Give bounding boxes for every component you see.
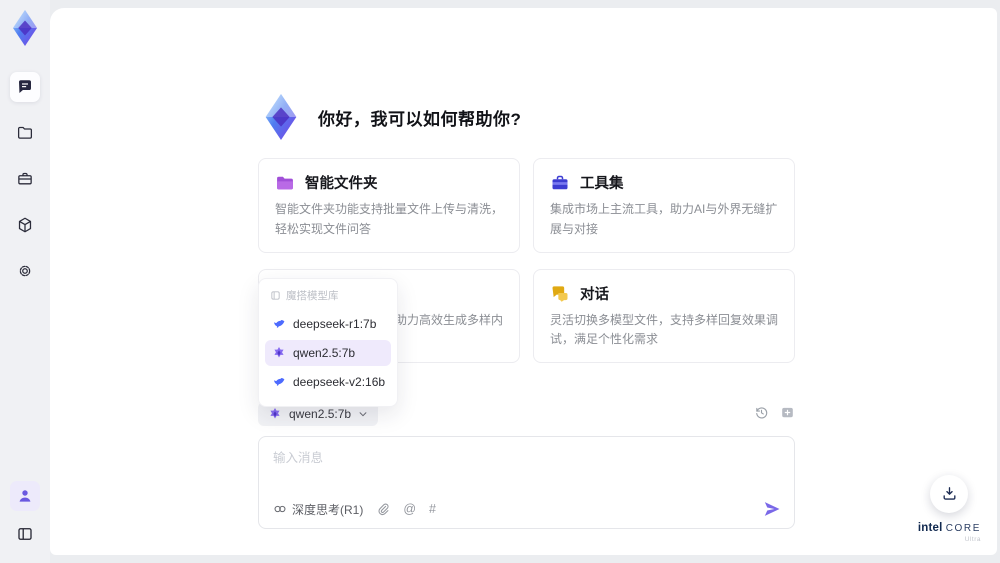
sidebar-item-models[interactable] [10,210,40,240]
qwen-icon [274,347,284,358]
history-icon[interactable] [754,405,769,420]
composer: 深度思考(R1) @ # [258,436,795,529]
new-window-icon[interactable] [780,405,795,420]
card-title: 对话 [580,286,609,303]
greeting: 你好，我可以如何帮助你? [258,92,521,142]
layout-panel-icon [18,528,32,540]
deep-think-toggle[interactable]: 深度思考(R1) [273,501,363,518]
sidebar-item-settings[interactable] [10,256,40,286]
deep-think-icon [274,505,286,513]
deep-think-label: 深度思考(R1) [292,502,364,517]
attach-button[interactable] [376,502,390,516]
session-toolbar [754,405,795,420]
at-icon[interactable]: @ [403,502,416,516]
intel-logo-text: intel [917,521,943,534]
card-smart-folder[interactable]: 智能文件夹 智能文件夹功能支持批量文件上传与清洗，轻松实现文件问答 [258,158,520,253]
model-dropdown-header: 魔搭模型库 [265,287,391,308]
send-icon [764,502,780,516]
chat-bubble-icon [19,80,31,93]
download-icon [943,487,956,500]
model-option-label: deepseek-r1:7b [293,317,377,331]
model-option-deepseek-r1[interactable]: deepseek-r1:7b [265,311,391,337]
cube-icon [18,217,32,233]
composer-toolbar: 深度思考(R1) @ # [273,499,782,519]
paperclip-icon [378,503,389,516]
deepseek-whale-icon [274,377,285,386]
model-option-qwen[interactable]: qwen2.5:7b [265,340,391,366]
library-icon [271,291,280,300]
send-button[interactable] [762,499,782,519]
content-column: 你好，我可以如何帮助你? 智能文件夹 智能文件夹功能支持批量文件上传与清洗，轻松… [258,8,795,555]
dialog-icon [552,286,568,302]
smart-folder-icon [277,176,293,189]
corner-widgets: intel core Ultra [918,474,981,544]
card-title: 智能文件夹 [305,176,378,192]
app-logo-icon [265,94,297,140]
model-option-label: deepseek-v2:16b [293,375,386,389]
briefcase-icon [18,172,32,185]
intel-core-badge: intel core Ultra [918,519,981,544]
model-selector-label: qwen2.5:7b [289,407,352,421]
user-icon [19,490,31,502]
folder-icon [17,126,33,139]
sidebar-item-folders[interactable] [10,118,40,148]
download-button[interactable] [930,474,969,513]
app-logo-icon [13,10,37,46]
card-desc: 集成市场上主流工具，助力AI与外界无缝扩展与对接 [550,202,778,236]
toolset-icon [552,175,568,189]
sidebar-item-chat[interactable] [10,72,40,102]
card-desc: 灵活切换多模型文件，支持多样回复效果调试，满足个性化需求 [550,312,779,347]
core-logo-text: core [945,522,981,534]
card-toolset[interactable]: 工具集 集成市场上主流工具，助力AI与外界无缝扩展与对接 [533,158,795,253]
chevron-down-icon [359,412,367,417]
model-option-deepseek-v2[interactable]: deepseek-v2:16b [265,369,391,395]
card-dialog[interactable]: 对话 灵活切换多模型文件，支持多样回复效果调试，满足个性化需求 [533,268,795,364]
sidebar [0,0,50,563]
model-option-label: qwen2.5:7b [293,346,356,360]
sidebar-item-panel-toggle[interactable] [10,519,40,549]
card-title: 工具集 [580,176,624,192]
sidebar-item-user[interactable] [10,481,40,511]
ultra-logo-text: Ultra [964,535,981,543]
hash-icon[interactable]: # [429,502,436,516]
qwen-icon [270,408,280,419]
gear-icon [19,265,31,277]
sidebar-item-toolbox[interactable] [10,164,40,194]
deepseek-whale-icon [274,319,285,328]
card-desc: 智能文件夹功能支持批量文件上传与清洗，轻松实现文件问答 [275,202,504,236]
model-dropdown: 魔搭模型库 deepseek-r1:7b qwen2.5:7b deepseek… [258,278,398,407]
main-panel: 你好，我可以如何帮助你? 智能文件夹 智能文件夹功能支持批量文件上传与清洗，轻松… [50,8,997,555]
greeting-text: 你好，我可以如何帮助你? [318,109,522,129]
message-input[interactable] [273,447,780,489]
